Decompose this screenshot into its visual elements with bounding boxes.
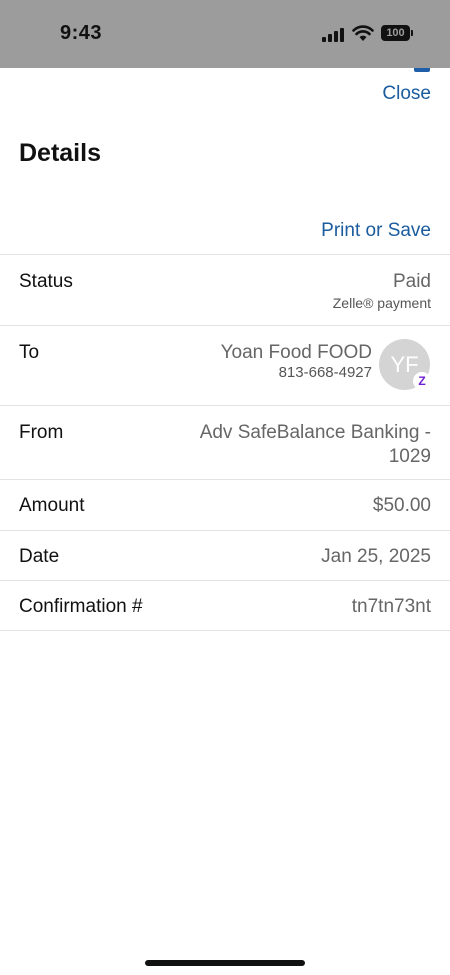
amount-label: Amount	[19, 495, 85, 516]
status-time: 9:43	[60, 22, 103, 44]
payment-type: Zelle® payment	[332, 295, 431, 311]
confirmation-row: Confirmation # tn7tn73nt	[0, 580, 450, 630]
confirmation-label: Confirmation #	[19, 596, 143, 617]
recipient-row: To Yoan Food FOOD 813-668-4927 YF Z	[0, 325, 450, 405]
sheet-edge-indicator	[414, 68, 430, 72]
wifi-icon	[352, 25, 374, 41]
cellular-signal-icon	[322, 28, 344, 42]
status-bar: 9:43 100	[0, 0, 450, 68]
home-indicator[interactable]	[145, 960, 305, 966]
from-account-number: 1029	[388, 446, 431, 467]
date-row: Date Jan 25, 2025	[0, 530, 450, 580]
from-account-name: Adv SafeBalance Banking -	[199, 422, 431, 443]
date-value: Jan 25, 2025	[321, 546, 431, 567]
status-label: Status	[19, 271, 73, 292]
confirmation-value: tn7tn73nt	[351, 596, 431, 617]
close-button[interactable]: Close	[382, 83, 431, 105]
from-label: From	[19, 422, 64, 443]
amount-row: Amount $50.00	[0, 479, 450, 530]
recipient-phone: 813-668-4927	[278, 364, 372, 381]
battery-icon: 100	[381, 25, 413, 41]
status-row: Status Paid Zelle® payment	[0, 254, 450, 325]
list-bottom-divider	[0, 630, 450, 631]
zelle-icon: Z	[413, 372, 431, 390]
print-or-save-button[interactable]: Print or Save	[321, 220, 431, 242]
page-title: Details	[19, 139, 101, 167]
status-value: Paid	[392, 271, 431, 292]
recipient-name: Yoan Food FOOD	[220, 342, 372, 363]
date-label: Date	[19, 546, 60, 567]
amount-value: $50.00	[372, 495, 431, 516]
to-label: To	[19, 342, 40, 363]
details-sheet: Close Details Print or Save Status Paid …	[0, 68, 450, 975]
from-row: From Adv SafeBalance Banking - 1029	[0, 405, 450, 479]
